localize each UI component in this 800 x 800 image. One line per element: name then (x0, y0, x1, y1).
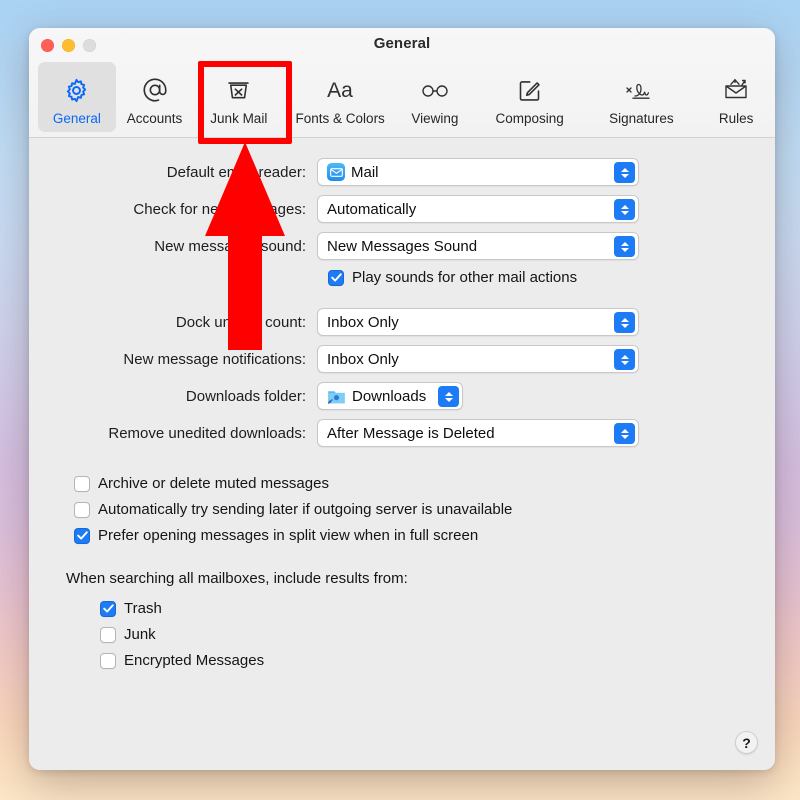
check-for-new-messages-value: Automatically (327, 200, 417, 218)
general-settings-panel: Default email reader: Mail Check for new… (29, 138, 775, 770)
trash-label: Trash (124, 600, 162, 617)
junk-label: Junk (124, 626, 156, 643)
chevron-updown-icon (614, 162, 635, 183)
chevron-updown-icon (614, 236, 635, 257)
help-button[interactable]: ? (735, 731, 758, 754)
tab-junk-mail-label: Junk Mail (210, 111, 268, 126)
tab-accounts[interactable]: Accounts (116, 62, 194, 132)
play-sounds-label: Play sounds for other mail actions (352, 269, 578, 286)
downloads-folder-select[interactable]: Downloads (317, 382, 464, 410)
tab-viewing[interactable]: Viewing (396, 62, 474, 132)
tab-signatures[interactable]: Signatures (586, 62, 698, 132)
default-email-reader-value: Mail (351, 163, 379, 181)
dock-unread-count-select[interactable]: Inbox Only (317, 308, 639, 336)
tab-rules[interactable]: Rules (697, 62, 775, 132)
play-sounds-checkbox[interactable] (328, 269, 344, 286)
new-message-notifications-select[interactable]: Inbox Only (317, 345, 639, 373)
tab-viewing-label: Viewing (411, 111, 459, 126)
preferences-window: General General Accounts Junk Mail Aa Fo… (29, 28, 775, 770)
chevron-updown-icon (614, 423, 635, 444)
auto-send-later-label: Automatically try sending later if outgo… (98, 501, 513, 518)
tab-general[interactable]: General (38, 62, 116, 132)
gear-icon (63, 73, 90, 107)
aa-text-icon: Aa (323, 73, 357, 107)
tab-accounts-label: Accounts (126, 111, 183, 126)
new-message-notifications-value: Inbox Only (327, 350, 399, 368)
trash-checkbox-row[interactable]: Trash (100, 600, 775, 617)
tab-signatures-label: Signatures (609, 111, 674, 126)
envelope-rules-icon (721, 73, 751, 107)
tab-composing[interactable]: Composing (474, 62, 586, 132)
check-for-new-messages-label: Check for new messages: (133, 200, 306, 218)
check-for-new-messages-select[interactable]: Automatically (317, 195, 639, 223)
row-new-messages-sound: New messages sound: New Messages Sound (29, 232, 775, 260)
at-sign-icon (141, 73, 169, 107)
archive-muted-checkbox-row[interactable]: Archive or delete muted messages (74, 475, 775, 492)
downloads-folder-icon (327, 388, 346, 405)
chevron-updown-icon (614, 199, 635, 220)
encrypted-messages-checkbox-row[interactable]: Encrypted Messages (100, 652, 775, 669)
dock-unread-count-label: Dock unread count: (175, 313, 306, 331)
row-dock-unread-count: Dock unread count: Inbox Only (29, 308, 775, 336)
row-remove-unedited-downloads: Remove unedited downloads: After Message… (29, 419, 775, 447)
svg-text:Aa: Aa (327, 79, 353, 102)
general-options-group: Archive or delete muted messages Automat… (74, 475, 775, 544)
search-scope-group: Trash Junk Encrypted Messages (100, 600, 775, 669)
remove-unedited-downloads-select[interactable]: After Message is Deleted (317, 419, 639, 447)
new-message-notifications-label: New message notifications: (123, 350, 306, 368)
archive-muted-checkbox[interactable] (74, 475, 90, 492)
default-email-reader-select[interactable]: Mail (317, 158, 639, 186)
default-email-reader-label: Default email reader: (166, 163, 306, 181)
tab-rules-label: Rules (718, 111, 754, 126)
window-titlebar: General General Accounts Junk Mail Aa Fo… (29, 28, 775, 138)
chevron-updown-icon (438, 386, 460, 407)
chevron-updown-icon (614, 312, 635, 333)
trash-checkbox[interactable] (100, 600, 116, 617)
play-sounds-checkbox-row[interactable]: Play sounds for other mail actions (328, 269, 775, 286)
tab-general-label: General (52, 111, 101, 126)
auto-send-later-checkbox[interactable] (74, 501, 90, 518)
new-messages-sound-value: New Messages Sound (327, 237, 478, 255)
row-default-email-reader: Default email reader: Mail (29, 158, 775, 186)
dock-unread-count-value: Inbox Only (327, 313, 399, 331)
tab-junk-mail[interactable]: Junk Mail (193, 62, 284, 132)
split-view-checkbox-row[interactable]: Prefer opening messages in split view wh… (74, 527, 775, 544)
downloads-folder-label: Downloads folder: (185, 387, 306, 405)
compose-pencil-icon (516, 73, 543, 107)
remove-unedited-downloads-value: After Message is Deleted (327, 424, 495, 442)
tab-fonts-colors[interactable]: Aa Fonts & Colors (284, 62, 396, 132)
chevron-updown-icon (614, 349, 635, 370)
row-new-message-notifications: New message notifications: Inbox Only (29, 345, 775, 373)
encrypted-messages-checkbox[interactable] (100, 652, 116, 669)
new-messages-sound-select[interactable]: New Messages Sound (317, 232, 639, 260)
trash-x-icon (225, 73, 252, 107)
auto-send-later-checkbox-row[interactable]: Automatically try sending later if outgo… (74, 501, 775, 518)
junk-checkbox-row[interactable]: Junk (100, 626, 775, 643)
search-scope-heading: When searching all mailboxes, include re… (66, 570, 408, 587)
settings-rows: Default email reader: Mail Check for new… (29, 138, 775, 447)
signature-icon (623, 73, 659, 107)
preferences-toolbar: General Accounts Junk Mail Aa Fonts & Co… (29, 59, 775, 135)
tab-fonts-colors-label: Fonts & Colors (295, 111, 385, 126)
downloads-folder-value: Downloads (352, 387, 427, 405)
junk-checkbox[interactable] (100, 626, 116, 643)
archive-muted-label: Archive or delete muted messages (98, 475, 329, 492)
tab-composing-label: Composing (495, 111, 564, 126)
remove-unedited-downloads-label: Remove unedited downloads: (108, 424, 306, 442)
row-downloads-folder: Downloads folder: Downloads (29, 382, 775, 410)
glasses-icon (418, 73, 452, 107)
split-view-label: Prefer opening messages in split view wh… (98, 527, 479, 544)
window-title: General (373, 35, 431, 52)
split-view-checkbox[interactable] (74, 527, 90, 544)
mail-app-icon (327, 163, 345, 181)
new-messages-sound-label: New messages sound: (154, 237, 306, 255)
row-check-for-new-messages: Check for new messages: Automatically (29, 195, 775, 223)
encrypted-messages-label: Encrypted Messages (124, 652, 265, 669)
